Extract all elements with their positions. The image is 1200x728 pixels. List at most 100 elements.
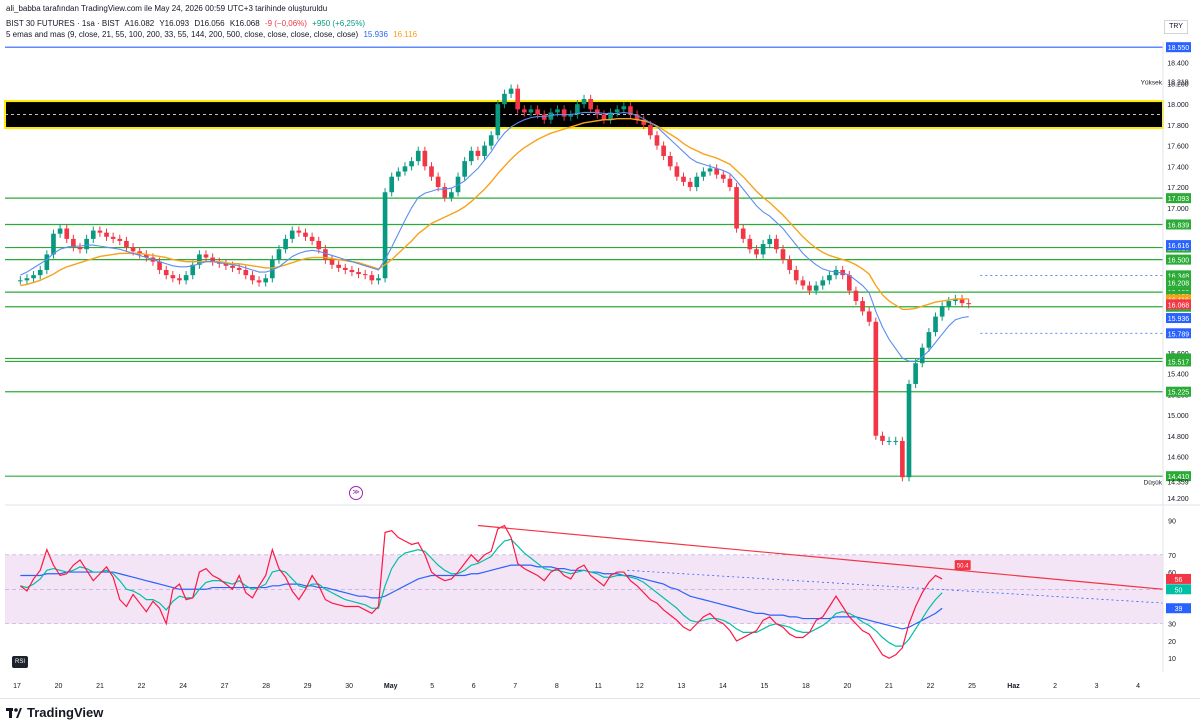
candle-body [614,109,620,113]
rsi-tick-label: 10 [1168,656,1176,663]
candle-body [760,244,766,255]
candle-body [256,280,262,283]
price-tick-label: 14.800 [1167,434,1189,441]
candle-body [183,275,189,281]
candle-body [793,269,799,281]
time-tick-label: 3 [1095,683,1099,690]
replay-icon[interactable]: ≫ [349,486,363,500]
rsi-level-badge: 50 [1175,587,1183,594]
candle-body [846,275,852,291]
candle-body [754,249,759,255]
candle-body [396,171,401,177]
candle-body [933,316,938,333]
time-tick-label: 22 [138,683,146,690]
candle-body [913,363,918,384]
price-level-badge: 16.208 [1168,280,1190,287]
candle-body [84,238,89,250]
symbol-name[interactable]: BIST 30 FUTURES · 1sa · BIST [6,19,120,28]
candle-body [170,275,176,279]
tradingview-logo-icon [6,708,22,718]
time-tick-label: 25 [968,683,976,690]
time-tick-label: 17 [13,683,21,690]
rsi-tick-label: 30 [1168,622,1176,629]
time-tick-label: 11 [595,683,602,690]
rsi-level-badge: 56 [1175,577,1183,584]
candle-body [767,238,773,245]
candle-body [661,145,666,156]
time-tick-label: 29 [304,683,312,690]
currency-badge[interactable]: TRY [1164,20,1188,34]
candle-body [356,272,361,275]
candle-body [124,240,129,248]
price-level-badge: 15.789 [1168,331,1190,338]
candle-body [528,109,534,113]
candle-body [893,440,899,442]
time-tick-label: 21 [96,683,104,690]
price-level-badge: 16.839 [1168,222,1190,229]
candle-body [482,145,487,156]
candle-body [966,303,972,305]
candle-body [422,150,428,167]
price-tick-label: 14.200 [1167,496,1189,503]
candle-body [561,109,567,117]
candle-body [303,232,308,237]
time-tick-label: 2 [1053,683,1057,690]
candle-body [866,311,872,322]
brand-name: TradingView [27,705,104,720]
brand-logo[interactable]: TradingView [6,705,103,720]
price-level-badge: 16.500 [1168,258,1190,265]
candle-body [435,176,441,188]
candle-body [369,275,375,281]
candle-body [853,290,859,302]
candle-body [681,176,686,182]
price-tick-label: 17.800 [1167,123,1189,130]
rsi-value-badge-text: 50.4 [957,564,969,570]
price-chart[interactable]: 50.418.40018.20018.00017.80017.60017.400… [0,0,1200,698]
candle-body [97,230,103,233]
time-tick-label: 8 [555,683,559,690]
candle-body [389,176,395,193]
candle-body [289,230,295,239]
candle-body [588,98,593,110]
candle-body [449,192,454,198]
price-tick-label: 18.000 [1167,102,1189,109]
time-tick-label: 18 [802,683,810,690]
candle-body [336,264,341,268]
price-level-badge: 16.616 [1168,243,1190,250]
time-tick-label: 13 [677,683,685,690]
candle-body [800,280,806,286]
price-tick-label: 17.600 [1167,144,1189,151]
candle-body [475,150,481,156]
indicator-line: 5 emas and mas (9, close, 21, 55, 100, 2… [6,30,420,39]
candle-body [734,187,739,229]
price-level-badge: 15.225 [1168,390,1190,397]
time-tick-label: 5 [430,683,434,690]
price-level-badge: 16.068 [1168,302,1190,309]
candle-body [880,435,885,441]
price-level-badge: 17.093 [1168,196,1190,203]
ohlc-open: A16.082 [124,19,155,28]
candle-body [694,176,700,188]
candle-body [667,155,673,167]
ohlc-change: -9 (−0,06%) [264,19,307,28]
high-marker-value: 18.219 [1167,79,1189,86]
candle-body [774,238,779,250]
price-tick-label: 18.400 [1167,61,1189,68]
time-tick-label: 14 [719,683,727,690]
candle-body [110,236,116,239]
candle-body [873,321,879,436]
candle-body [727,178,733,188]
indicator-name[interactable]: 5 emas and mas (9, close, 21, 55, 100, 2… [6,30,358,39]
candle-body [177,278,182,281]
candle-body [462,161,467,177]
time-tick-label: 15 [760,683,768,690]
candle-body [31,275,36,279]
time-tick-label: Haz [1007,683,1020,690]
candle-body [740,228,746,239]
candle-body [648,124,653,136]
candle-body [488,135,494,146]
candle-body [701,171,706,177]
time-tick-label: 20 [844,683,852,690]
rsi-label[interactable]: RSI [12,656,28,668]
candle-body [329,259,335,265]
